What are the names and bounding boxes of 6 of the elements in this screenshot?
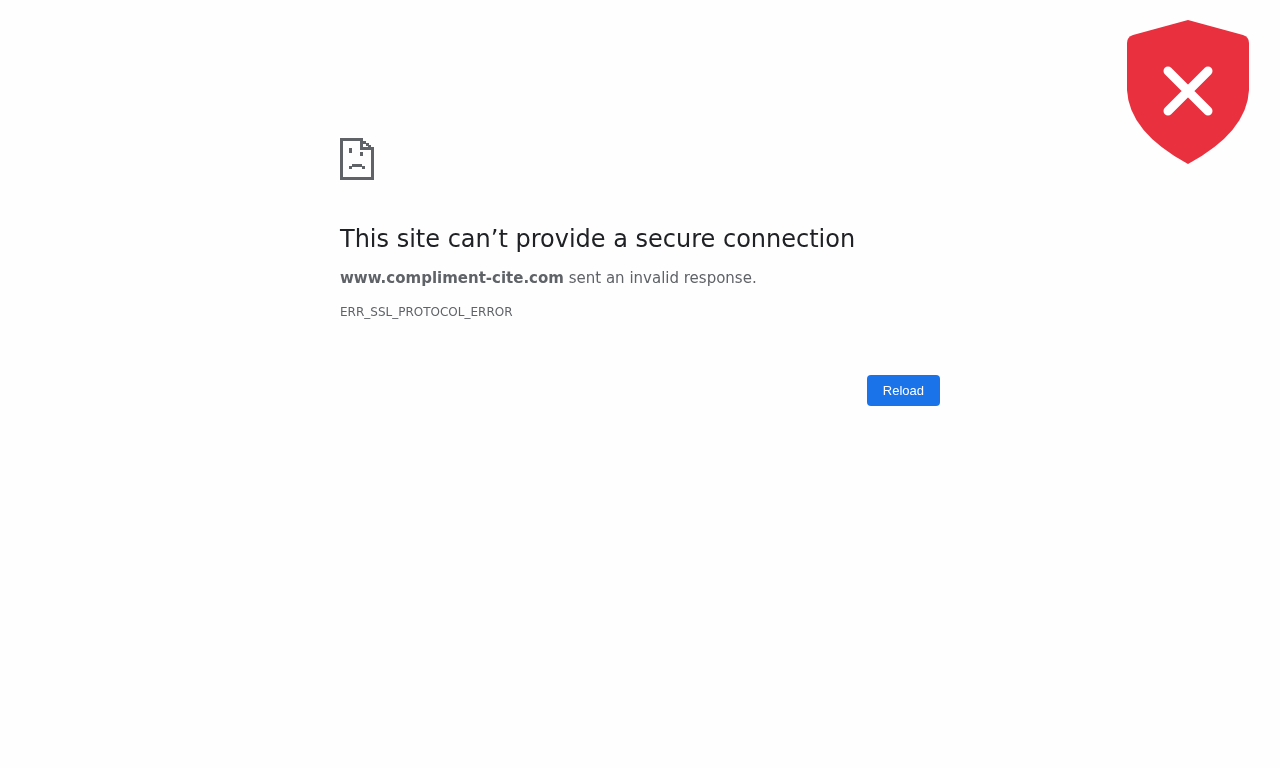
reload-button[interactable]: Reload [866,375,940,406]
error-code: ERR_SSL_PROTOCOL_ERROR [340,304,513,320]
error-message: www.compliment-cite.com sent an invalid response. [340,268,757,288]
sad-document-icon [340,138,374,180]
shield-x-icon [1127,20,1249,164]
error-heading: This site can’t provide a secure connection [340,224,856,254]
